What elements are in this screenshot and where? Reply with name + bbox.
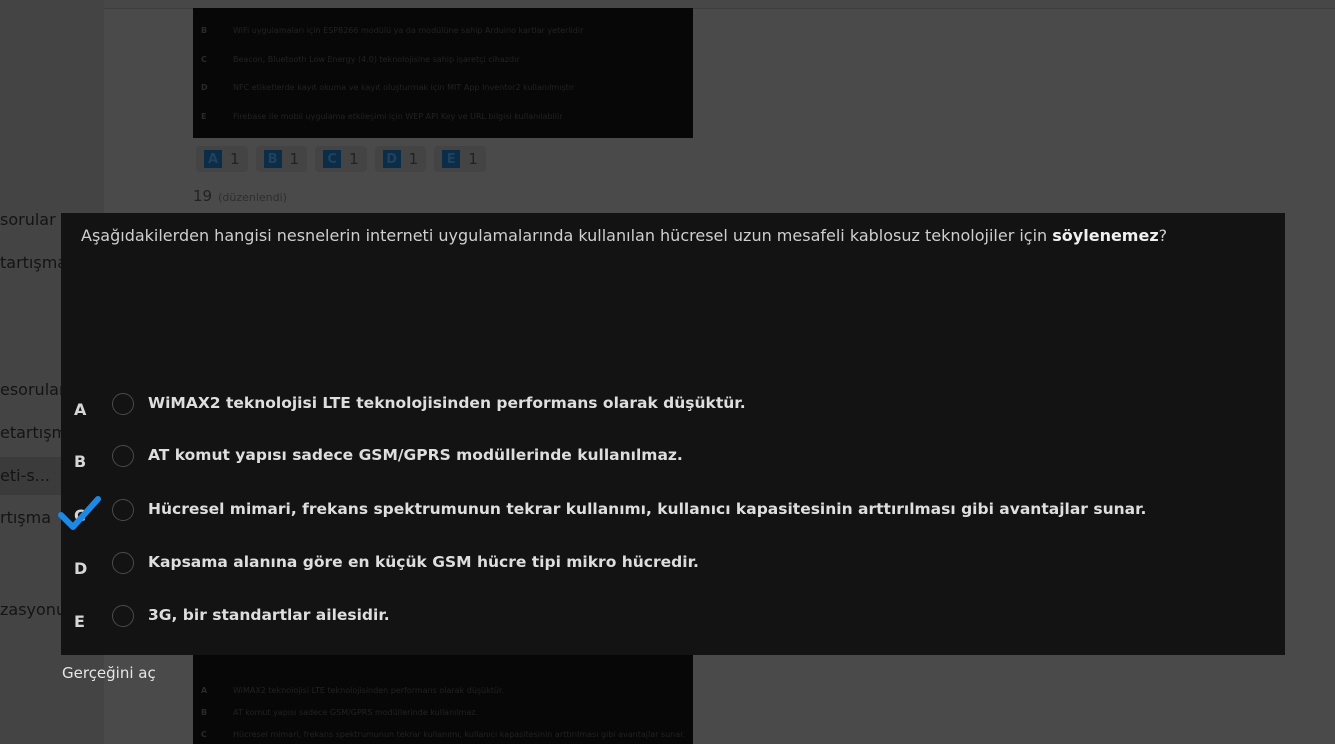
answer-votes: A1 B1 C1 D1 E1 — [196, 146, 486, 172]
radio-button[interactable] — [112, 605, 134, 627]
sidebar-item-tartisma[interactable]: tartışma — [0, 253, 67, 272]
prev-option-e: E Firebase ile mobil uygulama etkileşimi … — [201, 112, 563, 121]
question-text: Aşağıdakilerden hangisi nesnelerin inter… — [81, 226, 1168, 245]
radio-button[interactable] — [112, 499, 134, 521]
radio-button[interactable] — [112, 393, 134, 415]
vote-a[interactable]: A1 — [196, 146, 248, 172]
thumb-option-c: C Hücresel mimari, frekans spektrumunun t… — [201, 730, 686, 739]
sidebar-item-selected[interactable]: eti-s... — [0, 457, 62, 495]
option-letter: E — [74, 612, 85, 631]
option-letter: A — [74, 400, 87, 419]
question-modal: Aşağıdakilerden hangisi nesnelerin inter… — [58, 213, 1285, 655]
option-b[interactable]: B AT komut yapısı sadece GSM/GPRS modüll… — [61, 445, 1285, 477]
option-c[interactable]: C Hücresel mimari, frekans spektrumunun … — [58, 496, 1285, 531]
radio-button[interactable] — [112, 552, 134, 574]
prev-option-b: B WiFi uygulamaları için ESP8266 modülü y… — [201, 26, 584, 35]
prev-option-c: C Beacon, Bluetooth Low Energy (4.0) tekn… — [201, 55, 520, 64]
radio-button[interactable] — [112, 445, 134, 467]
vote-e[interactable]: E1 — [434, 146, 486, 172]
reveal-answer-link[interactable]: Gerçeğini aç — [62, 664, 156, 682]
option-text: 3G, bir standartlar ailesidir. — [148, 606, 390, 624]
option-a[interactable]: A WiMAX2 teknolojisi LTE teknolojisinden… — [61, 393, 1285, 425]
question-thumbnail: A WiMAX2 teknolojisi LTE teknolojisinden … — [193, 655, 693, 744]
sidebar-item-esorular[interactable]: esorular — [0, 380, 66, 399]
question-emphasis: söylenemez — [1052, 226, 1159, 245]
prev-option-d: D NFC etiketlerde kayıt okuma ve kayıt ol… — [201, 83, 575, 92]
vote-b[interactable]: B1 — [255, 146, 308, 172]
option-letter: D — [74, 559, 88, 578]
previous-question-card: B WiFi uygulamaları için ESP8266 modülü y… — [193, 8, 693, 138]
option-text: Hücresel mimari, frekans spektrumunun te… — [148, 500, 1147, 518]
question-number: 19 (düzenlendi) — [193, 187, 287, 205]
vote-d[interactable]: D1 — [374, 146, 427, 172]
vote-c[interactable]: C1 — [315, 146, 367, 172]
thumb-option-b: B AT komut yapısı sadece GSM/GPRS modülle… — [201, 708, 479, 717]
option-e[interactable]: E 3G, bir standartlar ailesidir. — [61, 605, 1285, 637]
sidebar-item-tartisma-2[interactable]: rtışma — [0, 508, 51, 527]
option-text: WiMAX2 teknolojisi LTE teknolojisinden p… — [148, 394, 746, 412]
option-text: Kapsama alanına göre en küçük GSM hücre … — [148, 553, 699, 571]
sidebar-item-zasyonu[interactable]: zasyonu — [0, 600, 66, 619]
option-letter: B — [74, 452, 87, 471]
thumb-option-a: A WiMAX2 teknolojisi LTE teknolojisinden … — [201, 686, 505, 695]
sidebar-item-etartisma[interactable]: etartışm — [0, 423, 67, 442]
checkmark-icon — [58, 496, 101, 530]
option-text: AT komut yapısı sadece GSM/GPRS modüller… — [148, 446, 683, 464]
edited-label: (düzenlendi) — [218, 191, 287, 204]
sidebar-item-sorular[interactable]: sorular — [0, 210, 56, 229]
option-d[interactable]: D Kapsama alanına göre en küçük GSM hücr… — [61, 552, 1285, 584]
